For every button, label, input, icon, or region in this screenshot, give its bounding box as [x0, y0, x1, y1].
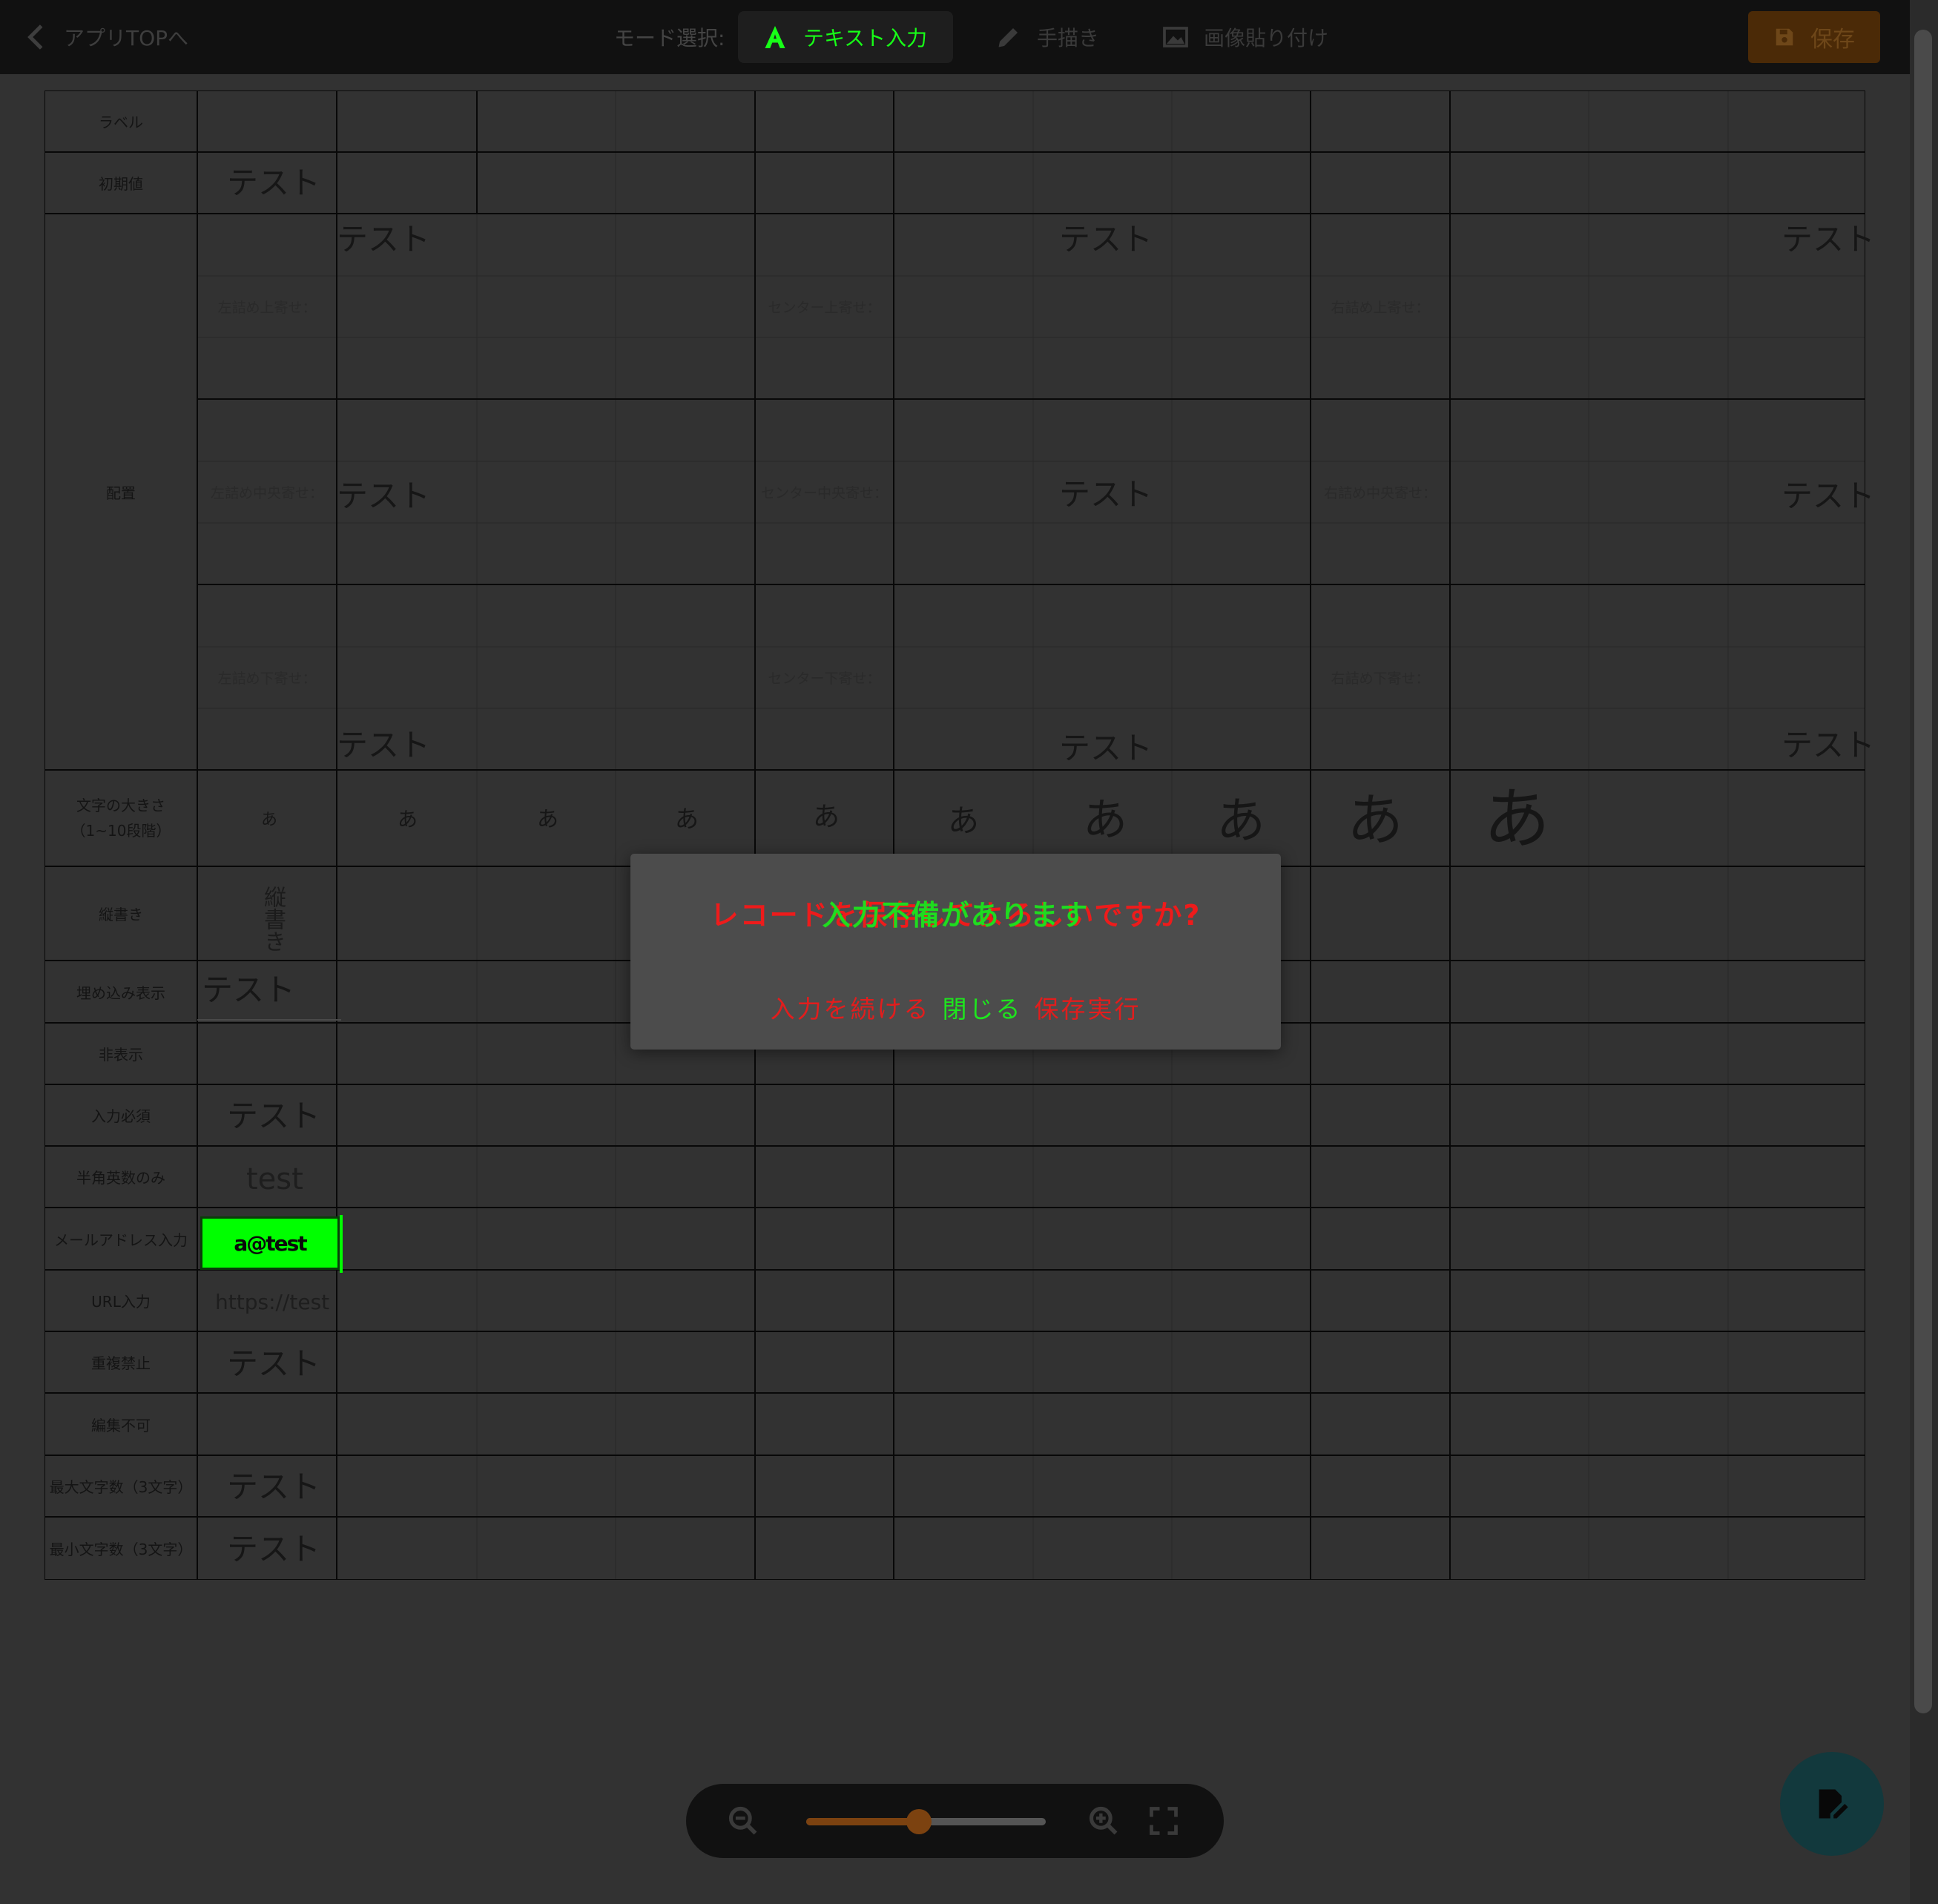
align-left-bottom-label: 左詰め下寄せ：: [217, 670, 317, 687]
fullscreen-icon[interactable]: [1147, 1805, 1180, 1837]
edit-fab-button[interactable]: [1780, 1752, 1884, 1856]
align-right-top-field[interactable]: テスト: [1782, 224, 1875, 255]
back-label: アプリTOPへ: [64, 26, 189, 50]
confirm-save-button[interactable]: 保存実行: [1035, 989, 1141, 1025]
row-label-required: 入力必須: [91, 1107, 151, 1125]
mode-text-input-button[interactable]: テキスト入力: [738, 11, 953, 63]
align-right-top-label: 右詰め上寄せ：: [1331, 299, 1430, 316]
align-center-mid-field[interactable]: テスト: [1059, 479, 1153, 510]
email-field-edge: [340, 1215, 343, 1273]
floppy-disk-icon: [1776, 28, 1793, 46]
mode-image-paste-button[interactable]: 画像貼り付け: [1138, 11, 1352, 63]
required-field[interactable]: テスト: [227, 1101, 320, 1132]
min-len-field[interactable]: テスト: [227, 1534, 320, 1565]
font-size-7-field[interactable]: あ: [1083, 798, 1127, 843]
embed-field[interactable]: テスト: [202, 975, 295, 1006]
zoom-control: [686, 1784, 1224, 1858]
align-right-mid-label: 右詰め中央寄せ：: [1323, 484, 1437, 501]
email-field[interactable]: a@test: [200, 1216, 340, 1270]
row-label-label: ラベル: [99, 113, 143, 131]
font-size-2-field[interactable]: あ: [398, 810, 418, 830]
font-size-6-field[interactable]: あ: [948, 806, 979, 837]
zoom-slider[interactable]: [806, 1809, 1046, 1834]
font-size-3-field[interactable]: あ: [537, 808, 558, 830]
align-left-bottom-field[interactable]: テスト: [337, 730, 430, 761]
font-size-1-field[interactable]: あ: [261, 812, 277, 829]
align-right-bottom-field[interactable]: テスト: [1782, 730, 1875, 761]
align-center-bottom-field[interactable]: テスト: [1059, 733, 1153, 764]
font-size-8-field[interactable]: あ: [1216, 797, 1265, 846]
row-label-embed: 埋め込み表示: [76, 984, 165, 1002]
pencil-icon: [998, 28, 1018, 47]
row-label-hidden: 非表示: [99, 1046, 143, 1064]
row-label-font-size: 文字の大きさ （1~10段階）: [70, 797, 171, 840]
scrollbar-thumb[interactable]: [1914, 30, 1932, 1713]
mode-select-label: モード選択:: [614, 26, 725, 50]
row-label-initial: 初期値: [99, 175, 143, 193]
row-label-url: URL入力: [91, 1293, 151, 1311]
align-center-mid-label: センター中央寄せ：: [760, 484, 888, 501]
row-label-min-len: 最小文字数（3文字）: [49, 1541, 193, 1558]
row-label-email: メールアドレス入力: [54, 1231, 188, 1249]
font-size-4-field[interactable]: あ: [675, 807, 699, 831]
max-len-field[interactable]: テスト: [227, 1472, 320, 1503]
align-left-top-field[interactable]: テスト: [337, 224, 430, 255]
align-center-top-field[interactable]: テスト: [1059, 224, 1153, 255]
zoom-slider-fill: [806, 1818, 919, 1825]
align-right-bottom-label: 右詰め下寄せ：: [1331, 670, 1430, 687]
mode-text-input-label: テキスト入力: [803, 26, 928, 50]
text-a-icon: [765, 26, 785, 48]
align-center-bottom-label: センター下寄せ：: [768, 670, 881, 687]
font-size-9-field[interactable]: あ: [1347, 792, 1403, 849]
row-label-halfwidth: 半角英数のみ: [76, 1169, 165, 1187]
image-icon: [1163, 27, 1188, 47]
confirm-dialog: レコードを保存してよろしいですか? 入力不備があります 入力を続ける 閉じる 保存実…: [630, 854, 1281, 1050]
align-right-mid-field[interactable]: テスト: [1782, 481, 1875, 512]
halfwidth-field[interactable]: test: [246, 1165, 303, 1194]
no-dup-field[interactable]: テスト: [227, 1348, 320, 1380]
form-sheet: ラベル 初期値 配置 文字の大きさ （1~10段階） 縦書き 埋め込み表示 非表…: [45, 90, 1875, 1580]
vertical-text-field[interactable]: 縦書き: [256, 886, 289, 952]
top-toolbar: アプリTOPへ モード選択: テキスト入力 手描き 画像貼り付け 保存: [0, 0, 1910, 74]
continue-input-button[interactable]: 入力を続ける: [771, 989, 931, 1025]
back-to-app-top-link[interactable]: アプリTOPへ: [24, 22, 188, 52]
edit-note-icon: [1819, 1789, 1848, 1819]
mode-image-paste-label: 画像貼り付け: [1204, 26, 1329, 50]
close-button[interactable]: 閉じる: [943, 989, 1023, 1025]
mode-handwriting-button[interactable]: 手描き: [972, 11, 1123, 63]
url-field[interactable]: https://test: [215, 1292, 329, 1313]
row-label-vertical: 縦書き: [99, 906, 143, 923]
mode-handwriting-label: 手描き: [1037, 26, 1100, 50]
chevron-left-icon: [27, 24, 43, 50]
row-label-align: 配置: [106, 484, 136, 502]
align-left-top-label: 左詰め上寄せ：: [217, 299, 317, 316]
font-size-10-field[interactable]: あ: [1483, 786, 1550, 853]
embed-underline: [197, 1019, 341, 1021]
row-label-max-len: 最大文字数（3文字）: [49, 1478, 193, 1496]
font-size-5-field[interactable]: あ: [813, 804, 840, 831]
zoom-slider-knob[interactable]: [906, 1809, 932, 1834]
align-left-mid-label: 左詰め中央寄せ：: [210, 484, 323, 501]
dialog-message-overlay: 入力不備があります: [822, 899, 1090, 932]
zoom-out-icon[interactable]: [727, 1805, 759, 1837]
vertical-scrollbar[interactable]: [1910, 0, 1938, 1904]
align-center-top-label: センター上寄せ：: [768, 299, 881, 316]
align-left-mid-field[interactable]: テスト: [337, 481, 430, 512]
row-label-readonly: 編集不可: [91, 1416, 151, 1434]
save-button[interactable]: 保存: [1748, 11, 1880, 63]
row-label-no-dup: 重複禁止: [91, 1354, 151, 1372]
save-label: 保存: [1810, 27, 1855, 53]
zoom-in-icon[interactable]: [1087, 1805, 1120, 1837]
initial-value-field[interactable]: テスト: [227, 168, 320, 199]
dialog-actions: 入力を続ける 閉じる 保存実行: [630, 989, 1281, 1025]
